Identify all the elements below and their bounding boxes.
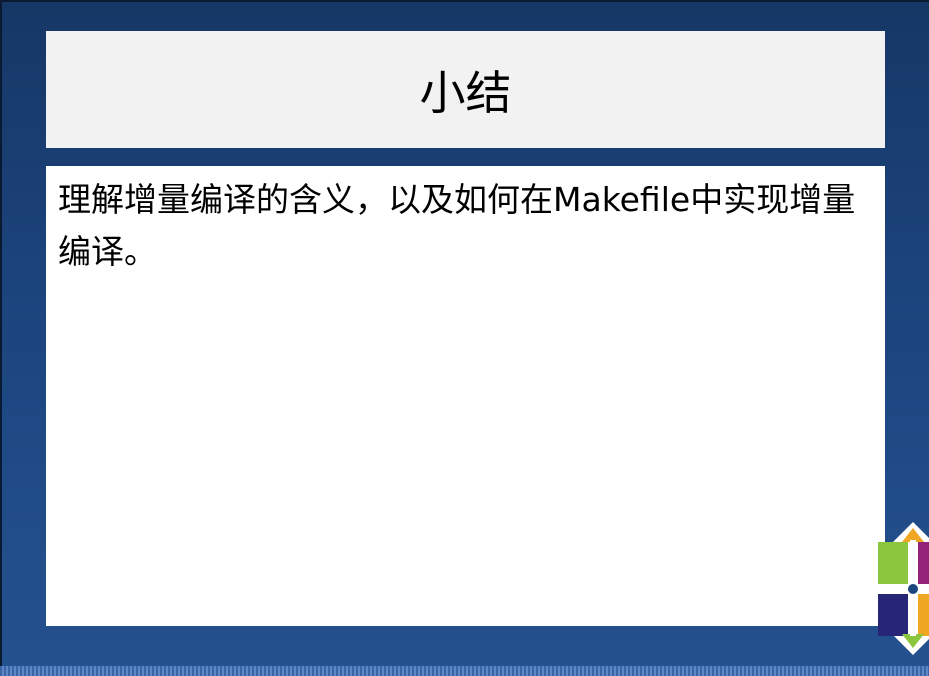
centos-logo-icon <box>868 522 929 655</box>
slide-title: 小结 <box>419 65 512 120</box>
content-box: 理解增量编译的含义，以及如何在Makefile中实现增量编译。 <box>46 166 885 626</box>
title-box: 小结 <box>46 31 885 148</box>
footer-strip <box>0 666 929 676</box>
slide-body-text: 理解增量编译的含义，以及如何在Makefile中实现增量编译。 <box>58 180 856 271</box>
